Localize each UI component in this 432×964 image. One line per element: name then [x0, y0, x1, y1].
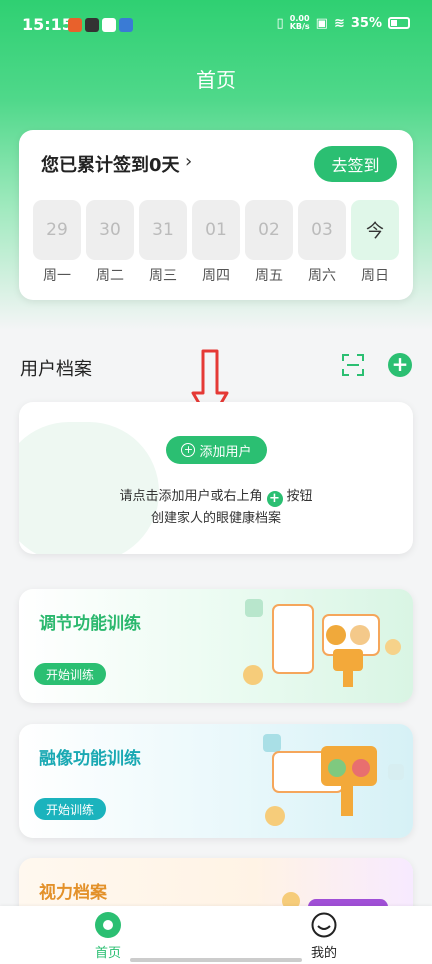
checkin-title[interactable]: 您已累计签到0天	[41, 151, 180, 177]
training-card-fusion[interactable]: 融像功能训练 开始训练	[19, 724, 413, 838]
hint-text-1: 请点击添加用户或右上角	[119, 489, 263, 504]
training-title: 调节功能训练	[39, 614, 141, 634]
day-item-today: 今 周日	[351, 200, 399, 285]
notification-icons	[68, 18, 133, 32]
bottom-navigation: 首页 我的	[0, 906, 432, 964]
day-weekday: 周六	[308, 268, 336, 284]
profile-face-icon	[311, 912, 337, 938]
day-item: 31 周三	[139, 200, 187, 285]
status-bar: 15:15 ▯ 0.00 KB/s ▣ ≋ 35%	[0, 0, 432, 52]
training-illustration	[243, 599, 401, 687]
day-item: 30 周二	[86, 200, 134, 285]
checkin-days: 29 周一 30 周二 31 周三 01 周四 02 周五 03 周六 今 周日	[33, 200, 399, 285]
training-card-accommodation[interactable]: 调节功能训练 开始训练	[19, 589, 413, 703]
day-weekday: 周五	[255, 268, 283, 284]
add-user-button[interactable]: + 添加用户	[166, 436, 267, 464]
plus-circle-icon: +	[181, 443, 196, 457]
checkin-card: 您已累计签到0天 › 去签到 29 周一 30 周二 31 周三 01 周四 0…	[19, 130, 413, 300]
profile-hint: 请点击添加用户或右上角 + 按钮	[19, 485, 413, 507]
profile-hint-line2: 创建家人的眼健康档案	[150, 511, 281, 526]
net-speed: 0.00 KB/s	[290, 15, 310, 31]
training-illustration	[263, 734, 404, 826]
day-weekday: 周四	[202, 268, 230, 284]
day-weekday: 周三	[149, 268, 177, 284]
section-title-profiles: 用户档案	[20, 359, 92, 380]
hint-text-2: 按钮	[286, 489, 313, 504]
plus-icon: +	[266, 491, 283, 507]
battery-icon	[388, 17, 410, 29]
wifi-icon: ≋	[333, 15, 345, 31]
net-speed-unit: KB/s	[289, 22, 310, 31]
scan-icon[interactable]	[342, 354, 364, 376]
day-date: 30	[86, 200, 134, 260]
day-item: 29 周一	[33, 200, 81, 285]
day-weekday: 周日	[361, 268, 389, 284]
day-weekday: 周一	[43, 268, 71, 284]
app-notification-icon	[119, 18, 133, 32]
battery-text: 35%	[350, 15, 382, 31]
app-notification-icon	[68, 18, 82, 32]
day-item: 03 周六	[298, 200, 346, 285]
app-notification-icon	[102, 18, 116, 32]
nav-home[interactable]: 首页	[78, 912, 138, 961]
day-item: 01 周四	[192, 200, 240, 285]
day-date: 29	[33, 200, 81, 260]
nav-mine[interactable]: 我的	[294, 912, 354, 961]
start-training-button[interactable]: 开始训练	[34, 663, 106, 685]
day-date: 03	[298, 200, 346, 260]
sim-icon: ▣	[315, 15, 328, 31]
add-profile-icon[interactable]: +	[388, 353, 412, 377]
day-date: 02	[245, 200, 293, 260]
nav-mine-label: 我的	[310, 946, 337, 961]
profile-card: + 添加用户 请点击添加用户或右上角 + 按钮 创建家人的眼健康档案	[19, 402, 413, 554]
status-time: 15:15	[22, 15, 73, 34]
day-weekday: 周二	[96, 268, 124, 284]
start-training-button[interactable]: 开始训练	[34, 798, 106, 820]
status-indicators: ▯ 0.00 KB/s ▣ ≋ 35%	[277, 15, 410, 31]
home-icon	[95, 912, 121, 938]
home-indicator[interactable]	[130, 958, 302, 962]
day-date: 31	[139, 200, 187, 260]
training-title: 视力档案	[39, 883, 107, 903]
nav-home-label: 首页	[94, 946, 121, 961]
day-item: 02 周五	[245, 200, 293, 285]
page-title: 首页	[196, 68, 236, 92]
add-user-label: 添加用户	[199, 444, 252, 460]
training-title: 融像功能训练	[39, 749, 141, 769]
chevron-right-icon[interactable]: ›	[185, 151, 192, 172]
day-date: 01	[192, 200, 240, 260]
checkin-button[interactable]: 去签到	[314, 146, 397, 182]
app-notification-icon	[85, 18, 99, 32]
vibrate-icon: ▯	[276, 15, 284, 31]
day-date: 今	[351, 200, 399, 260]
